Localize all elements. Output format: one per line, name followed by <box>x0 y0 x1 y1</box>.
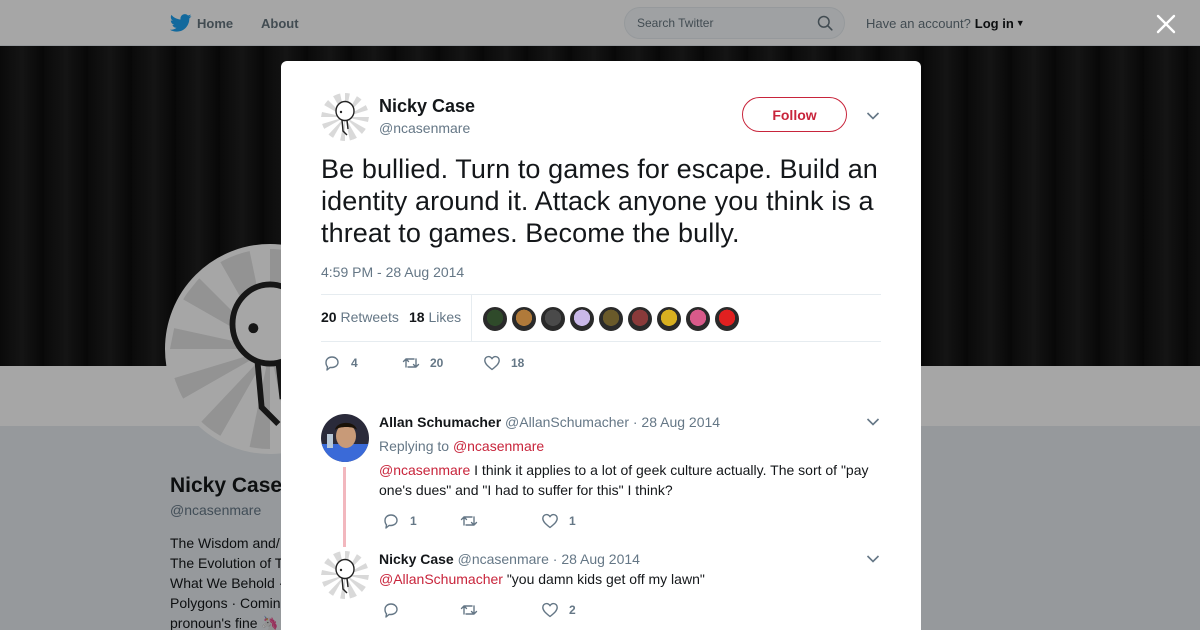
reply-author-avatar[interactable] <box>321 414 369 462</box>
retweet-button[interactable] <box>460 512 488 530</box>
reply-author-name[interactable]: Nicky Case <box>379 551 454 567</box>
tweet-author-name[interactable]: Nicky Case <box>379 96 475 117</box>
retweets-count: 20 <box>321 309 337 325</box>
close-icon[interactable] <box>1152 10 1180 38</box>
divider <box>471 295 472 342</box>
reply-header: Allan Schumacher @AllanSchumacher · 28 A… <box>379 414 720 430</box>
liker-avatar[interactable] <box>685 306 711 332</box>
heart-icon <box>484 355 500 371</box>
replying-to-label: Replying to <box>379 438 450 454</box>
like-button[interactable]: 2 <box>541 601 576 619</box>
reply-author-avatar[interactable] <box>321 551 369 599</box>
retweet-icon <box>460 516 478 526</box>
reply-header: Nicky Case @ncasenmare · 28 Aug 2014 <box>379 551 640 567</box>
tweet-timestamp[interactable]: 4:59 PM - 28 Aug 2014 <box>321 264 464 280</box>
tweet-author-handle[interactable]: @ncasenmare <box>379 120 470 136</box>
reply-button[interactable] <box>382 601 410 619</box>
likes-label: Likes <box>428 309 462 325</box>
heart-icon <box>542 513 558 529</box>
liker-avatar[interactable] <box>540 306 566 332</box>
replying-to: Replying to @ncasenmare <box>379 438 544 454</box>
tweet-text: Be bullied. Turn to games for escape. Bu… <box>321 154 878 248</box>
like-button[interactable]: 18 <box>483 354 524 372</box>
reply-body: "you damn kids get off my lawn" <box>502 571 705 587</box>
reply-icon <box>384 603 398 618</box>
liker-avatar[interactable] <box>627 306 653 332</box>
like-count: 2 <box>569 603 576 617</box>
tweet-modal: Nicky Case @ncasenmare Follow Be bullied… <box>281 61 921 630</box>
mention-link[interactable]: @ncasenmare <box>379 462 470 478</box>
liker-avatar[interactable] <box>598 306 624 332</box>
reply-author-handle[interactable]: @ncasenmare <box>458 551 549 567</box>
chevron-down-icon[interactable] <box>866 554 880 564</box>
tweet-stats: 20 Retweets 18 Likes <box>321 295 881 342</box>
liker-avatar[interactable] <box>482 306 508 332</box>
retweet-button[interactable]: 20 <box>402 354 443 372</box>
stick-figure-avatar-image <box>321 93 369 141</box>
allan-avatar-image <box>321 414 369 462</box>
reply-text: @ncasenmare I think it applies to a lot … <box>379 460 879 500</box>
reply-icon <box>325 356 339 371</box>
chevron-down-icon[interactable] <box>866 111 880 121</box>
liker-avatar[interactable] <box>511 306 537 332</box>
reply-author-handle[interactable]: @AllanSchumacher <box>505 414 629 430</box>
liker-avatar[interactable] <box>569 306 595 332</box>
divider <box>321 341 881 342</box>
retweet-count: 20 <box>430 356 444 370</box>
reply-button[interactable]: 4 <box>323 354 358 372</box>
like-count: 18 <box>511 356 525 370</box>
retweets-stat[interactable]: 20 Retweets <box>321 309 399 325</box>
replying-to-link[interactable]: @ncasenmare <box>453 438 544 454</box>
thread-line <box>343 467 346 547</box>
modal-backdrop-top[interactable] <box>0 0 1200 46</box>
reply-count: 4 <box>351 356 358 370</box>
retweet-icon <box>402 358 420 368</box>
like-count: 1 <box>569 514 576 528</box>
stick-figure-avatar-image <box>321 551 369 599</box>
liker-avatar[interactable] <box>714 306 740 332</box>
reply-author-name[interactable]: Allan Schumacher <box>379 414 501 430</box>
retweet-icon <box>460 605 478 615</box>
liker-avatar[interactable] <box>656 306 682 332</box>
mention-link[interactable]: @AllanSchumacher <box>379 571 503 587</box>
reply-text: @AllanSchumacher "you damn kids get off … <box>379 569 879 589</box>
retweets-label: Retweets <box>340 309 399 325</box>
follow-button[interactable]: Follow <box>742 97 847 132</box>
reply-icon <box>384 514 398 529</box>
like-button[interactable]: 1 <box>541 512 576 530</box>
reply-date[interactable]: · 28 Aug 2014 <box>553 551 640 567</box>
heart-icon <box>542 602 558 618</box>
likes-stat[interactable]: 18 Likes <box>409 309 461 325</box>
reply-count: 1 <box>410 514 417 528</box>
reply-date[interactable]: · 28 Aug 2014 <box>633 414 720 430</box>
retweet-button[interactable] <box>460 601 488 619</box>
chevron-down-icon[interactable] <box>866 417 880 427</box>
tweet-author-avatar[interactable] <box>321 93 369 141</box>
reply-button[interactable]: 1 <box>382 512 417 530</box>
likes-count: 18 <box>409 309 425 325</box>
